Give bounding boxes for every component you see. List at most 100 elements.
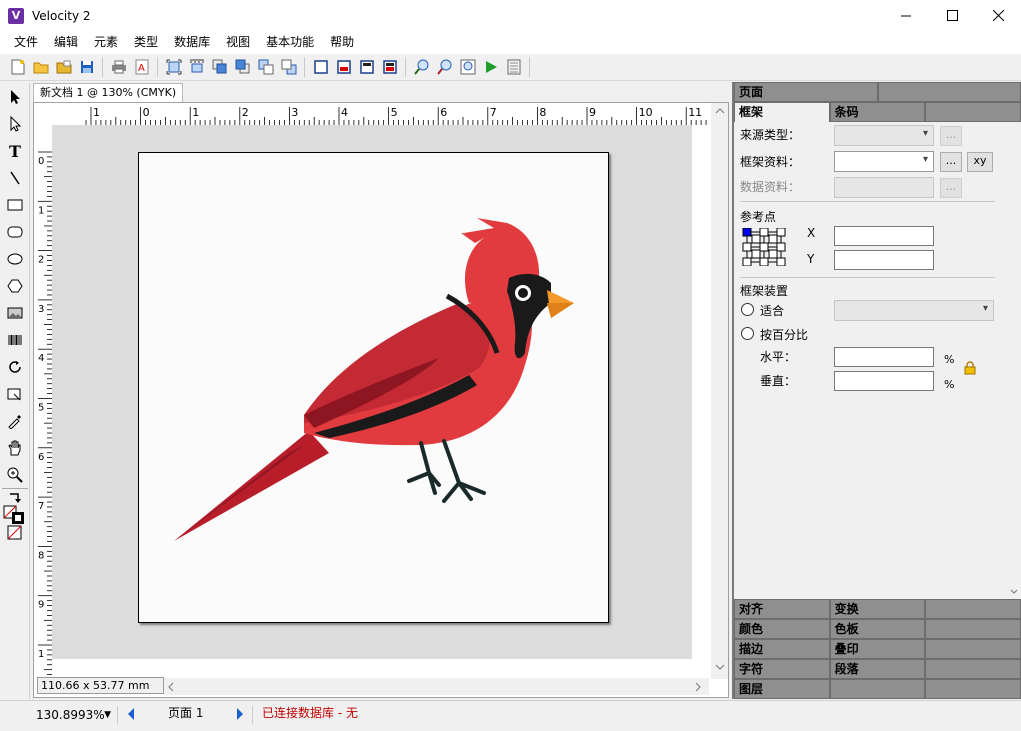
open-template-icon bbox=[56, 60, 71, 74]
frame-red-black-button[interactable] bbox=[378, 56, 401, 79]
zoom-fit-button[interactable] bbox=[456, 56, 479, 79]
horizontal-percent-input[interactable] bbox=[834, 347, 934, 367]
image-tool[interactable] bbox=[2, 299, 28, 326]
print-button[interactable] bbox=[107, 56, 130, 79]
close-button[interactable] bbox=[975, 0, 1021, 31]
document-tab[interactable]: 新文档 1 @ 130% (CMYK) bbox=[33, 83, 184, 102]
vertical-percent-input[interactable] bbox=[834, 371, 934, 391]
reference-point-grid[interactable] bbox=[742, 228, 786, 266]
cardinal-bird-image[interactable] bbox=[139, 153, 608, 622]
x-input[interactable] bbox=[834, 226, 934, 246]
menu-element[interactable]: 元素 bbox=[86, 31, 126, 54]
menu-type[interactable]: 类型 bbox=[126, 31, 166, 54]
menu-help[interactable]: 帮助 bbox=[322, 31, 362, 54]
next-page-icon[interactable] bbox=[235, 707, 245, 721]
zoom-out-button[interactable] bbox=[433, 56, 456, 79]
export-pdf-button[interactable]: A bbox=[130, 56, 153, 79]
frame-red-black-icon bbox=[382, 60, 397, 74]
menu-edit[interactable]: 编辑 bbox=[46, 31, 86, 54]
fit-radio[interactable] bbox=[741, 303, 754, 316]
previous-page-icon[interactable] bbox=[126, 707, 136, 721]
document-page[interactable] bbox=[138, 152, 609, 623]
align-frames-button[interactable] bbox=[162, 56, 185, 79]
run-button[interactable] bbox=[479, 56, 502, 79]
preview-button[interactable] bbox=[502, 56, 525, 79]
distribute-frames-button[interactable] bbox=[185, 56, 208, 79]
swap-colors-icon[interactable] bbox=[6, 491, 24, 505]
frame-button[interactable] bbox=[309, 56, 332, 79]
menu-file[interactable]: 文件 bbox=[6, 31, 46, 54]
crop-tool[interactable] bbox=[2, 380, 28, 407]
minimize-button[interactable] bbox=[883, 0, 929, 31]
fill-stroke-swatch-icon[interactable] bbox=[3, 505, 27, 525]
chevron-down-icon: ▼ bbox=[104, 710, 111, 720]
frame-data-browse-button[interactable]: ... bbox=[940, 152, 962, 172]
rounded-rect-tool[interactable] bbox=[2, 218, 28, 245]
frame-data-select[interactable]: ▾ bbox=[834, 151, 934, 172]
barcode-tool[interactable] bbox=[2, 326, 28, 353]
zoom-select[interactable]: 130.8993% ▼ bbox=[33, 705, 113, 725]
rectangle-tool[interactable] bbox=[2, 191, 28, 218]
zoom-tool[interactable] bbox=[2, 461, 28, 488]
pointer-tool[interactable] bbox=[2, 83, 28, 110]
eyedropper-tool[interactable] bbox=[2, 407, 28, 434]
lock-icon[interactable] bbox=[964, 361, 976, 375]
open-template-button[interactable] bbox=[52, 56, 75, 79]
tab-character[interactable]: 字符 bbox=[734, 659, 830, 679]
tab-frame[interactable]: 框架 bbox=[734, 102, 830, 122]
send-backward-button[interactable] bbox=[231, 56, 254, 79]
document-window: 101234567891011 012345678910 bbox=[33, 102, 729, 698]
toolbar-separator bbox=[157, 57, 158, 77]
tab-overprint[interactable]: 叠印 bbox=[829, 639, 926, 659]
line-tool[interactable] bbox=[2, 164, 28, 191]
distribute-frames-icon bbox=[189, 59, 204, 73]
tab-paragraph[interactable]: 段落 bbox=[829, 659, 926, 679]
y-input[interactable] bbox=[834, 250, 934, 270]
hand-tool[interactable] bbox=[2, 434, 28, 461]
tab-empty bbox=[925, 619, 1021, 639]
tab-swatches[interactable]: 色板 bbox=[829, 619, 926, 639]
data-data-browse-button[interactable]: ... bbox=[940, 178, 962, 198]
save-button[interactable] bbox=[75, 56, 98, 79]
frame-icon bbox=[313, 60, 328, 74]
fit-mode-select[interactable]: ▾ bbox=[834, 300, 994, 321]
panel-scrollbar[interactable] bbox=[1008, 122, 1021, 597]
none-color-icon[interactable] bbox=[7, 525, 23, 541]
frame-red-button[interactable] bbox=[332, 56, 355, 79]
zoom-in-button[interactable] bbox=[410, 56, 433, 79]
text-tool[interactable]: T bbox=[2, 137, 28, 164]
source-type-browse-button[interactable]: ... bbox=[940, 126, 962, 146]
tab-stroke[interactable]: 描边 bbox=[734, 639, 830, 659]
source-type-select[interactable]: ▾ bbox=[834, 125, 934, 146]
send-to-back-button[interactable] bbox=[277, 56, 300, 79]
bring-to-front-button[interactable] bbox=[254, 56, 277, 79]
open-button[interactable] bbox=[29, 56, 52, 79]
ruler-label: 1 bbox=[38, 649, 44, 660]
bring-forward-button[interactable] bbox=[208, 56, 231, 79]
rotate-tool[interactable] bbox=[2, 353, 28, 380]
rotate-icon bbox=[9, 360, 21, 373]
new-document-button[interactable] bbox=[6, 56, 29, 79]
frame-black-button[interactable] bbox=[355, 56, 378, 79]
ellipse-tool[interactable] bbox=[2, 245, 28, 272]
eyedropper-icon bbox=[8, 414, 21, 429]
vertical-scrollbar[interactable] bbox=[711, 103, 728, 679]
tab-page[interactable]: 页面 bbox=[734, 82, 878, 102]
percent-sign: % bbox=[944, 353, 955, 366]
menu-view[interactable]: 视图 bbox=[218, 31, 258, 54]
tab-barcode[interactable]: 条码 bbox=[829, 102, 926, 122]
xy-button[interactable]: xy bbox=[967, 152, 993, 172]
polygon-tool-icon bbox=[7, 279, 23, 292]
polygon-tool[interactable] bbox=[2, 272, 28, 299]
percent-radio[interactable] bbox=[741, 327, 754, 340]
direct-select-tool[interactable] bbox=[2, 110, 28, 137]
maximize-button[interactable] bbox=[929, 0, 975, 31]
horizontal-scrollbar[interactable] bbox=[164, 678, 709, 695]
tab-align[interactable]: 对齐 bbox=[734, 599, 830, 619]
menu-database[interactable]: 数据库 bbox=[166, 31, 218, 54]
ref-point-label: 参考点 bbox=[740, 210, 777, 224]
tab-transform[interactable]: 变换 bbox=[829, 599, 926, 619]
menu-basic-functions[interactable]: 基本功能 bbox=[258, 31, 322, 54]
tab-color[interactable]: 颜色 bbox=[734, 619, 830, 639]
tab-layers[interactable]: 图层 bbox=[734, 679, 830, 699]
